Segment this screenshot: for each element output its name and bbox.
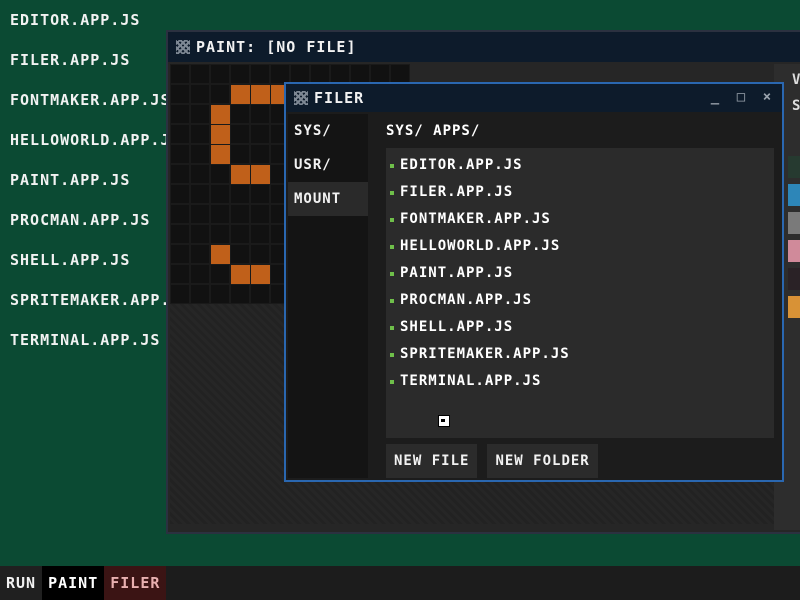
filer-title-bar[interactable]: FILER _ □ ×	[286, 84, 782, 112]
close-icon[interactable]: ×	[758, 88, 776, 106]
file-name: SHELL.APP.JS	[400, 319, 514, 335]
current-path: SYS/ APPS/	[386, 123, 481, 139]
file-row-paint[interactable]: PAINT.APP.JS	[386, 260, 774, 287]
file-name: EDITOR.APP.JS	[400, 157, 523, 173]
file-name: SPRITEMAKER.APP.JS	[400, 346, 570, 362]
file-bullet-icon	[390, 379, 394, 384]
file-row-editor[interactable]: EDITOR.APP.JS	[386, 152, 774, 179]
minimize-icon[interactable]: _	[706, 88, 724, 106]
file-row-fontmaker[interactable]: FONTMAKER.APP.JS	[386, 206, 774, 233]
file-list: EDITOR.APP.JS FILER.APP.JS FONTMAKER.APP…	[386, 148, 774, 438]
painted-pixel	[231, 265, 250, 284]
file-row-terminal[interactable]: TERMINAL.APP.JS	[386, 368, 774, 395]
file-row-filer[interactable]: FILER.APP.JS	[386, 179, 774, 206]
file-name: TERMINAL.APP.JS	[400, 373, 542, 389]
desktop-item-filer[interactable]: FILER.APP.JS	[10, 40, 180, 80]
new-folder-button[interactable]: NEW FOLDER	[487, 444, 598, 478]
color-swatch-gray[interactable]	[788, 212, 800, 234]
sidebar-item-usr[interactable]: USR/	[288, 148, 368, 182]
file-row-helloworld[interactable]: HELLOWORLD.APP.JS	[386, 233, 774, 260]
file-row-procman[interactable]: PROCMAN.APP.JS	[386, 287, 774, 314]
taskbar: RUN PAINT FILER	[0, 566, 800, 600]
desktop-item-terminal[interactable]: TERMINAL.APP.JS	[10, 320, 180, 360]
color-swatch-dark-green[interactable]	[788, 156, 800, 178]
filer-action-bar: NEW FILE NEW FOLDER	[386, 444, 778, 478]
desktop-item-helloworld[interactable]: HELLOWORLD.APP.JS	[10, 120, 180, 160]
painted-pixel	[211, 105, 230, 124]
window-pattern-icon	[176, 40, 190, 54]
file-row-spritemaker[interactable]: SPRITEMAKER.APP.JS	[386, 341, 774, 368]
file-bullet-icon	[390, 163, 394, 168]
file-bullet-icon	[390, 352, 394, 357]
filer-window: FILER _ □ × SYS/ USR/ MOUNT SYS/ APPS/ E…	[284, 82, 784, 482]
desktop-item-editor[interactable]: EDITOR.APP.JS	[10, 0, 180, 40]
painted-pixel	[231, 165, 250, 184]
color-swatch-pink[interactable]	[788, 240, 800, 262]
desktop-item-paint[interactable]: PAINT.APP.JS	[10, 160, 180, 200]
color-swatch-orange[interactable]	[788, 296, 800, 318]
painted-pixel	[251, 265, 270, 284]
desktop-file-list: EDITOR.APP.JS FILER.APP.JS FONTMAKER.APP…	[10, 0, 180, 360]
file-bullet-icon	[390, 298, 394, 303]
panel-letter-s: S	[792, 98, 800, 114]
paint-title: PAINT: [NO FILE]	[196, 38, 357, 56]
maximize-icon[interactable]: □	[732, 88, 750, 106]
file-bullet-icon	[390, 217, 394, 222]
file-bullet-icon	[390, 244, 394, 249]
taskbar-run-button[interactable]: RUN	[0, 566, 43, 600]
painted-pixel	[231, 85, 250, 104]
filer-sidebar: SYS/ USR/ MOUNT	[288, 114, 368, 478]
file-bullet-icon	[390, 271, 394, 276]
painted-pixel	[211, 245, 230, 264]
painted-pixel	[211, 145, 230, 164]
filer-title: FILER	[314, 89, 365, 107]
painted-pixel	[211, 125, 230, 144]
file-name: FONTMAKER.APP.JS	[400, 211, 551, 227]
window-pattern-icon	[294, 91, 308, 105]
desktop-item-procman[interactable]: PROCMAN.APP.JS	[10, 200, 180, 240]
file-name: PROCMAN.APP.JS	[400, 292, 533, 308]
file-bullet-icon	[390, 325, 394, 330]
painted-pixel	[251, 165, 270, 184]
file-name: FILER.APP.JS	[400, 184, 514, 200]
paint-title-bar[interactable]: PAINT: [NO FILE]	[168, 32, 800, 62]
file-name: HELLOWORLD.APP.JS	[400, 238, 561, 254]
desktop-item-spritemaker[interactable]: SPRITEMAKER.APP.JS	[10, 280, 180, 320]
painted-pixel	[251, 85, 270, 104]
desktop-item-shell[interactable]: SHELL.APP.JS	[10, 240, 180, 280]
sidebar-item-mount[interactable]: MOUNT	[288, 182, 368, 216]
file-bullet-icon	[390, 190, 394, 195]
new-file-button[interactable]: NEW FILE	[386, 444, 478, 478]
taskbar-filer-button[interactable]: FILER	[104, 566, 167, 600]
sidebar-item-sys[interactable]: SYS/	[288, 114, 368, 148]
mouse-cursor-icon	[438, 415, 450, 427]
file-name: PAINT.APP.JS	[400, 265, 514, 281]
file-row-shell[interactable]: SHELL.APP.JS	[386, 314, 774, 341]
color-swatch-blue[interactable]	[788, 184, 800, 206]
desktop-item-fontmaker[interactable]: FONTMAKER.APP.JS	[10, 80, 180, 120]
taskbar-paint-button[interactable]: PAINT	[42, 566, 105, 600]
color-swatch-dark[interactable]	[788, 268, 800, 290]
panel-letter-v: V	[792, 72, 800, 88]
